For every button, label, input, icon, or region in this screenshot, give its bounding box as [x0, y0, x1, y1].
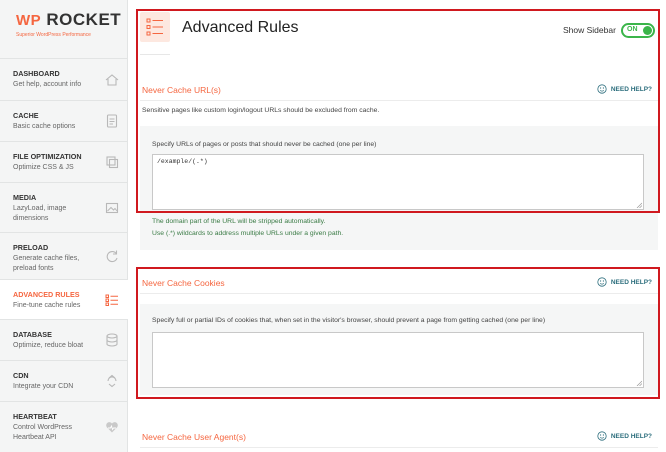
logo-wp: WP — [16, 12, 42, 29]
section-description: Sensitive pages like custom login/logout… — [142, 107, 380, 114]
sidebar-item-title: CDN — [13, 371, 29, 380]
need-help-link[interactable]: NEED HELP? — [597, 431, 652, 441]
section-divider — [140, 100, 658, 101]
textarea-value: /example/(.*) — [157, 158, 208, 165]
sidebar-item-cdn[interactable]: CDN Integrate your CDN — [0, 360, 128, 401]
field-label: Specify URLs of pages or posts that shou… — [152, 141, 377, 148]
sidebar-item-title: FILE OPTIMIZATION — [13, 152, 82, 161]
sidebar-item-advanced-rules[interactable]: ADVANCED RULES Fine-tune cache rules — [0, 279, 128, 319]
never-cache-cookies-section: Never Cache Cookies NEED HELP? Specify f… — [140, 273, 658, 395]
section-divider — [140, 447, 658, 448]
sidebar-item-desc: Basic cache options — [13, 123, 76, 130]
sidebar-item-title: MEDIA — [13, 193, 37, 202]
resize-grip-icon[interactable] — [636, 202, 642, 208]
list-icon — [105, 294, 118, 306]
section-divider — [140, 293, 658, 294]
need-help-link[interactable]: NEED HELP? — [597, 277, 652, 287]
sidebar-item-database[interactable]: DATABASE Optimize, reduce bloat — [0, 319, 128, 360]
sidebar-item-title: DATABASE — [13, 330, 52, 339]
section-title: Never Cache Cookies — [142, 278, 225, 288]
sidebar-item-desc: Integrate your CDN — [13, 383, 74, 390]
refresh-icon — [106, 250, 118, 263]
page-title: Advanced Rules — [182, 19, 299, 36]
need-help-link[interactable]: NEED HELP? — [597, 84, 652, 94]
sidebar-item-heartbeat[interactable]: HEARTBEAT Control WordPress Heartbeat AP… — [0, 401, 128, 452]
database-icon — [106, 333, 118, 347]
sidebar-item-desc: Generate cache files, preload fonts — [13, 255, 80, 272]
need-help-label: NEED HELP? — [610, 432, 652, 440]
never-cache-urls-section: Never Cache URL(s) NEED HELP? Sensitive … — [140, 74, 658, 250]
sidebar-item-title: PRELOAD — [13, 243, 49, 252]
sidebar-item-media[interactable]: MEDIA LazyLoad, image dimensions — [0, 182, 128, 232]
sidebar-item-cache[interactable]: CACHE Basic cache options — [0, 100, 128, 141]
toggle-knob — [643, 26, 652, 35]
advanced-rules-header-icon — [140, 12, 170, 42]
sidebar-item-desc: Control WordPress Heartbeat API — [13, 424, 73, 441]
sidebar-item-desc: Fine-tune cache rules — [13, 302, 81, 309]
help-icon — [597, 84, 607, 94]
wp-rocket-logo[interactable]: WP ROCKET Superior WordPress Performance — [0, 0, 127, 55]
sidebar-item-title: CACHE — [13, 111, 39, 120]
note-domain-stripped: The domain part of the URL will be strip… — [152, 218, 326, 225]
cookies-field-panel: Specify full or partial IDs of cookies t… — [140, 304, 658, 395]
main-content: Advanced Rules Show Sidebar ON Never Cac… — [128, 0, 666, 452]
section-title: Never Cache User Agent(s) — [142, 432, 246, 442]
help-icon — [597, 431, 607, 441]
never-cache-urls-textarea[interactable]: /example/(.*) — [152, 154, 644, 210]
sidebar-item-title: ADVANCED RULES — [13, 290, 80, 299]
never-cache-cookies-textarea[interactable] — [152, 332, 644, 388]
need-help-label: NEED HELP? — [610, 85, 652, 93]
layers-icon — [106, 156, 119, 169]
sidebar-item-dashboard[interactable]: DASHBOARD Get help, account info — [0, 58, 128, 100]
image-icon — [105, 202, 119, 213]
logo-rocket: ROCKET — [46, 10, 122, 29]
document-icon — [106, 114, 118, 128]
header-divider — [140, 54, 170, 55]
field-label: Specify full or partial IDs of cookies t… — [152, 317, 546, 324]
logo-tagline: Superior WordPress Performance — [16, 32, 91, 38]
cdn-icon — [107, 374, 117, 388]
logo-title: WP ROCKET — [16, 10, 127, 30]
sidebar-item-title: HEARTBEAT — [13, 412, 57, 421]
sidebar: WP ROCKET Superior WordPress Performance… — [0, 0, 128, 452]
show-sidebar-label: Show Sidebar — [563, 25, 616, 35]
sidebar-item-desc: Optimize CSS & JS — [13, 164, 74, 171]
sidebar-item-file-optimization[interactable]: FILE OPTIMIZATION Optimize CSS & JS — [0, 141, 128, 182]
toggle-label: ON — [627, 26, 638, 33]
section-title: Never Cache URL(s) — [142, 85, 221, 95]
sidebar-item-desc: LazyLoad, image dimensions — [13, 205, 67, 222]
need-help-label: NEED HELP? — [610, 278, 652, 286]
sidebar-item-desc: Optimize, reduce bloat — [13, 342, 84, 349]
resize-grip-icon[interactable] — [636, 380, 642, 386]
note-wildcards: Use (.*) wildcards to address multiple U… — [152, 230, 344, 237]
sidebar-item-desc: Get help, account info — [13, 81, 82, 88]
heart-icon — [106, 422, 118, 433]
sidebar-item-preload[interactable]: PRELOAD Generate cache files, preload fo… — [0, 232, 128, 279]
home-icon — [105, 73, 119, 86]
help-icon — [597, 277, 607, 287]
sidebar-item-title: DASHBOARD — [13, 69, 60, 78]
show-sidebar-toggle[interactable]: ON — [621, 23, 655, 38]
never-cache-user-agents-section: Never Cache User Agent(s) NEED HELP? — [140, 420, 658, 452]
urls-field-panel: Specify URLs of pages or posts that shou… — [140, 126, 658, 250]
list-icon — [146, 18, 163, 36]
